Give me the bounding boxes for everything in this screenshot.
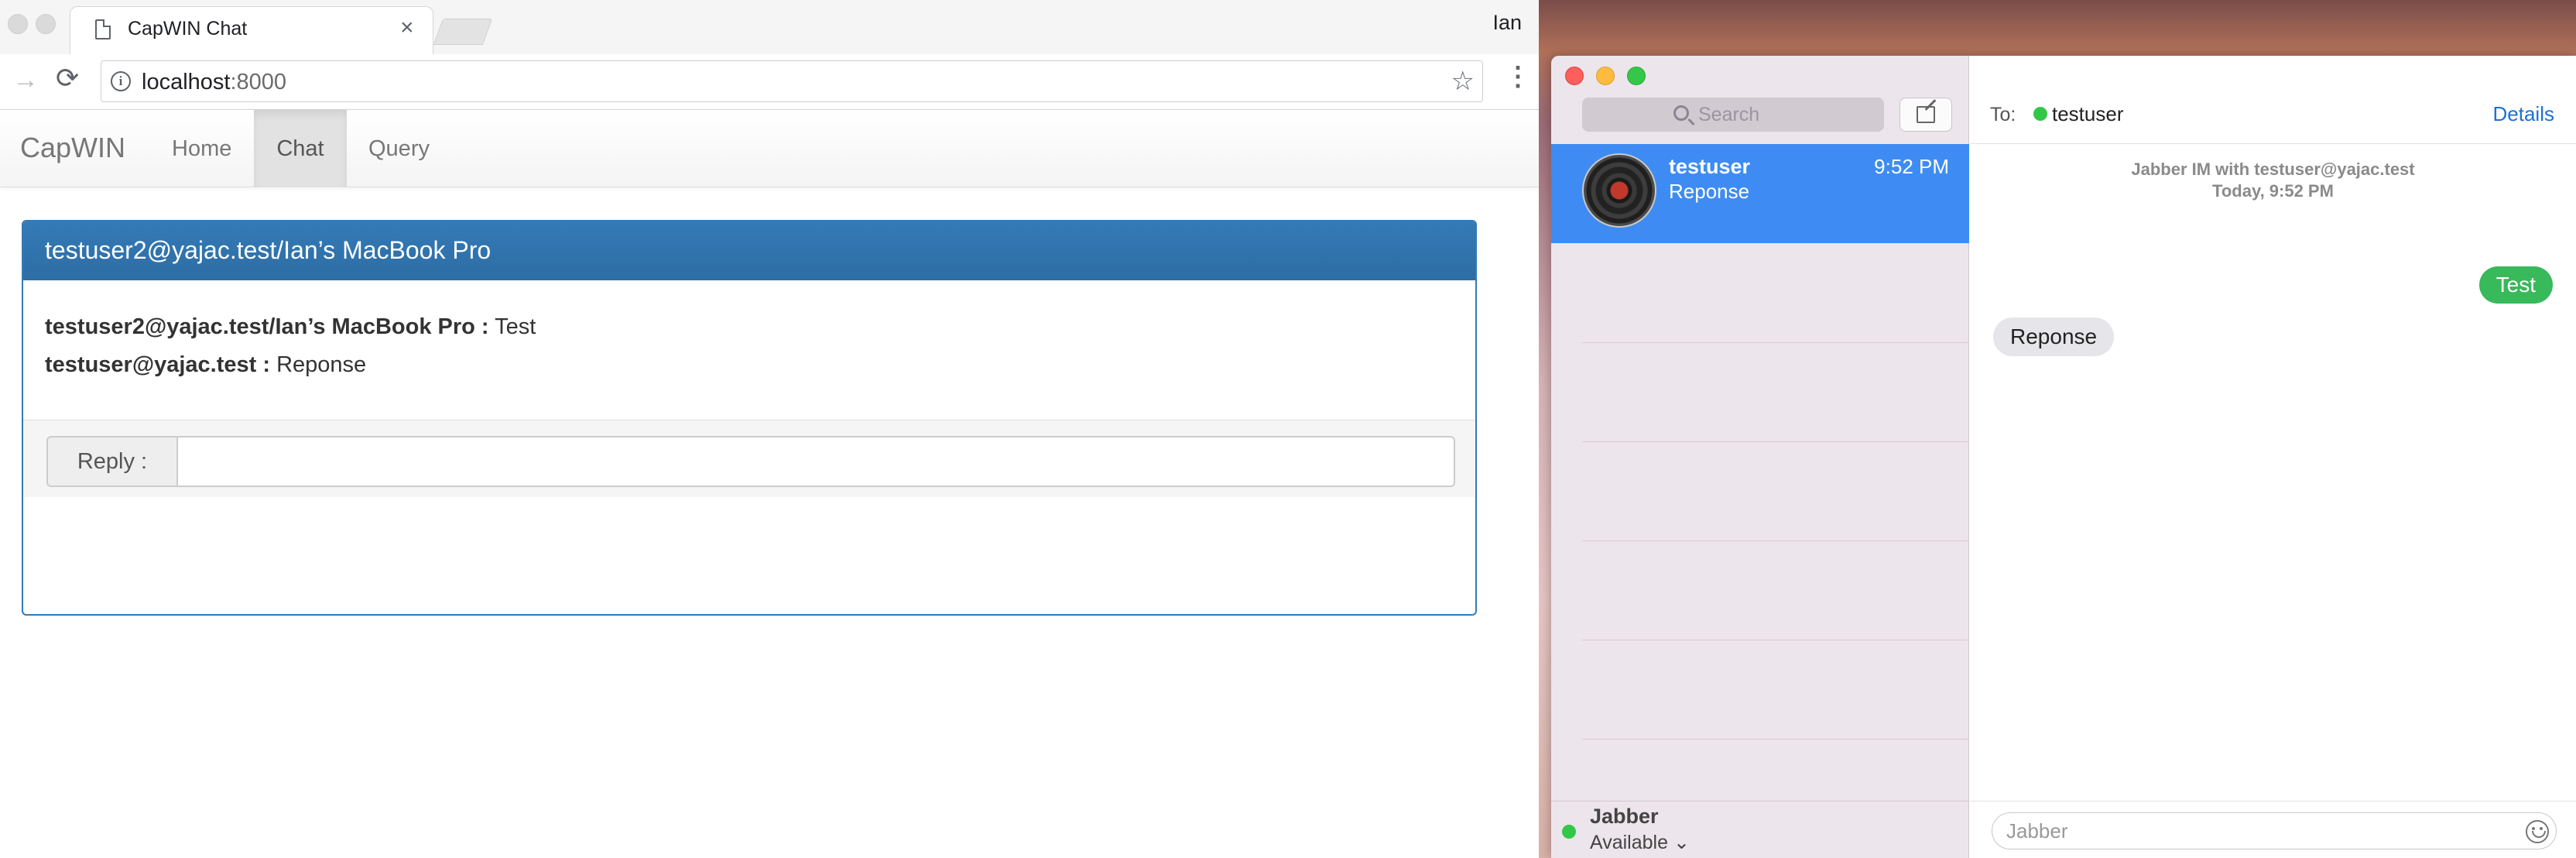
- zoom-window-button[interactable]: [1627, 67, 1646, 85]
- conversation-pane: To: testuser Details Jabber IM with test…: [1970, 56, 2576, 858]
- tab-strip: CapWIN Chat × Ian: [0, 0, 1539, 54]
- conversation-time: 9:52 PM: [1874, 155, 1949, 178]
- message-input[interactable]: [1992, 812, 2557, 849]
- search-input[interactable]: Search: [1582, 98, 1884, 132]
- chat-message: testuser@yajac.test : Reponse: [45, 352, 1454, 378]
- chat-messages: testuser2@yajac.test/Ian’s MacBook Pro :…: [23, 280, 1475, 420]
- chat-message: testuser2@yajac.test/Ian’s MacBook Pro :…: [45, 314, 1454, 340]
- conversation-name: testuser: [1669, 155, 1751, 178]
- tab-close-icon[interactable]: ×: [400, 15, 414, 41]
- new-tab-button[interactable]: [433, 19, 493, 45]
- window-close-button[interactable]: [8, 14, 28, 34]
- incoming-message-bubble: Reponse: [1993, 317, 2115, 356]
- forward-icon[interactable]: →: [12, 65, 39, 95]
- url-text[interactable]: localhost:8000: [142, 70, 286, 95]
- recipient-name[interactable]: testuser: [2052, 102, 2124, 126]
- message-text: Reponse: [270, 352, 367, 377]
- recipient-bar: To: testuser Details: [1970, 56, 2576, 144]
- conversation-service-header: Jabber IM with testuser@yajac.test: [2131, 160, 2415, 179]
- nav-chat[interactable]: Chat: [254, 110, 347, 187]
- account-status-bar: Jabber Available ⌄: [1551, 801, 1969, 858]
- reply-input[interactable]: [176, 436, 1455, 487]
- chat-panel-title: testuser2@yajac.test/Ian’s MacBook Pro: [23, 221, 1475, 280]
- conversation-item[interactable]: testuser Reponse 9:52 PM: [1551, 144, 1969, 243]
- message-text: Test: [488, 314, 536, 339]
- to-label: To:: [1990, 104, 2016, 125]
- new-message-button[interactable]: [1899, 98, 1952, 132]
- online-status-icon: [1562, 825, 1576, 839]
- nav-query[interactable]: Query: [351, 110, 447, 187]
- message-sender: testuser2@yajac.test/Ian’s MacBook Pro :: [45, 314, 489, 339]
- details-button[interactable]: Details: [2493, 102, 2554, 126]
- conversation-date-header: Today, 9:52 PM: [2212, 181, 2334, 201]
- reply-label: Reply :: [46, 436, 178, 487]
- url-port: :8000: [230, 70, 287, 94]
- compose-bar: [1970, 801, 2576, 858]
- brand-logo[interactable]: CapWIN: [20, 132, 125, 164]
- minimize-window-button[interactable]: [1596, 67, 1615, 85]
- web-page: CapWIN Home Chat Query testuser2@yajac.t…: [0, 110, 1539, 858]
- nav-home[interactable]: Home: [155, 110, 248, 187]
- reload-icon[interactable]: ⟳: [56, 62, 79, 94]
- conversation-preview: Reponse: [1669, 180, 1750, 203]
- browser-window: CapWIN Chat × Ian → ⟳ i localhost:8000 ☆…: [0, 0, 1539, 858]
- availability-dropdown[interactable]: Available ⌄: [1590, 831, 1690, 854]
- messages-window: Search testuser Reponse 9:52 PM Jabber A…: [1551, 56, 2576, 858]
- search-icon: [1673, 105, 1689, 121]
- info-icon[interactable]: i: [111, 71, 131, 91]
- tab-title: CapWIN Chat: [128, 18, 248, 39]
- message-sender: testuser@yajac.test :: [45, 352, 271, 377]
- navbar: CapWIN Home Chat Query: [0, 110, 1539, 187]
- outgoing-message-bubble: Test: [2478, 266, 2553, 304]
- divider: [1582, 739, 1969, 740]
- account-name: Jabber: [1590, 805, 1659, 828]
- divider: [1582, 441, 1969, 442]
- address-bar[interactable]: i localhost:8000 ☆: [101, 60, 1483, 102]
- browser-tab[interactable]: CapWIN Chat ×: [70, 6, 433, 54]
- bookmark-star-icon[interactable]: ☆: [1451, 66, 1475, 97]
- emoji-icon[interactable]: [2526, 820, 2549, 843]
- page-icon: [95, 19, 111, 39]
- avatar: [1582, 153, 1656, 228]
- close-window-button[interactable]: [1565, 67, 1584, 85]
- reply-bar: Reply :: [23, 420, 1475, 497]
- browser-menu-icon[interactable]: ⋮: [1505, 63, 1531, 90]
- compose-icon: [1917, 106, 1935, 123]
- chat-panel: testuser2@yajac.test/Ian’s MacBook Pro t…: [22, 220, 1477, 616]
- conversation-sidebar: Search testuser Reponse 9:52 PM Jabber A…: [1551, 56, 1969, 858]
- online-status-icon: [2033, 107, 2047, 121]
- window-minimize-button[interactable]: [36, 14, 56, 34]
- search-placeholder: Search: [1698, 104, 1760, 125]
- divider: [1582, 342, 1969, 343]
- browser-toolbar: → ⟳ i localhost:8000 ☆ ⋮: [0, 54, 1539, 110]
- url-host: localhost: [142, 70, 231, 94]
- profile-name[interactable]: Ian: [1492, 11, 1522, 35]
